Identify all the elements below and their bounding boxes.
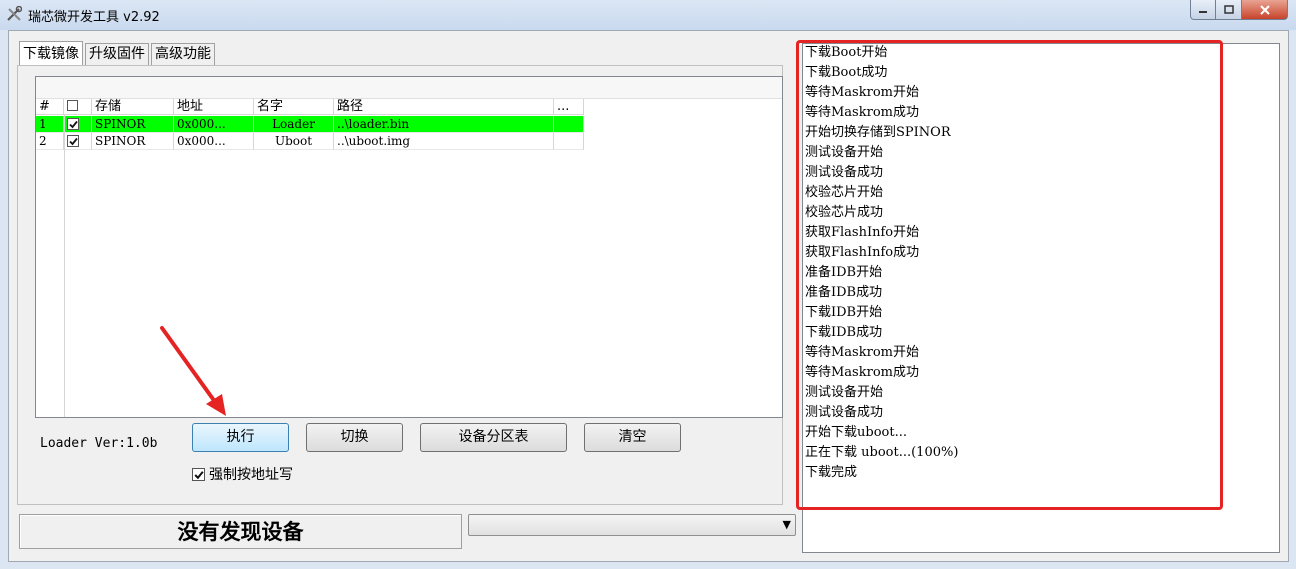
download-image-panel: # 存储 地址 名字 路径 ... 1 SPINOR 0x000... Load… bbox=[17, 65, 783, 505]
column-header-path[interactable]: 路径 bbox=[334, 99, 554, 115]
log-line: 正在下载 uboot...(100%) bbox=[805, 445, 959, 460]
column-header-index[interactable]: # bbox=[36, 99, 64, 115]
log-line: 获取FlashInfo成功 bbox=[805, 245, 920, 260]
table-row[interactable]: 2 SPINOR 0x000... Uboot ..\uboot.img bbox=[36, 133, 584, 150]
loader-version-label: Loader Ver:1.0b bbox=[40, 436, 158, 451]
log-line: 下载IDB开始 bbox=[805, 305, 883, 320]
log-lines: 下载Boot开始 下载Boot成功 等待Maskrom开始 等待Maskrom成… bbox=[805, 43, 958, 483]
log-line: 下载Boot成功 bbox=[805, 65, 888, 80]
log-line: 准备IDB开始 bbox=[805, 265, 883, 280]
row-name: Uboot bbox=[254, 133, 334, 150]
table-row[interactable]: 1 SPINOR 0x000... Loader ..\loader.bin bbox=[36, 116, 584, 133]
checkmark-icon bbox=[69, 120, 78, 129]
log-line: 开始切换存储到SPINOR bbox=[805, 125, 951, 140]
maximize-icon bbox=[1223, 4, 1234, 14]
row-storage: SPINOR bbox=[92, 133, 174, 150]
tab-strip: 下载镜像 升级固件 高级功能 bbox=[19, 41, 217, 65]
log-line: 下载IDB成功 bbox=[805, 325, 883, 340]
row-address: 0x000... bbox=[174, 133, 254, 150]
list-header: # 存储 地址 名字 路径 ... bbox=[36, 99, 584, 115]
column-header-address[interactable]: 地址 bbox=[174, 99, 254, 115]
row-index: 2 bbox=[36, 133, 64, 150]
column-header-check[interactable] bbox=[64, 99, 92, 115]
log-line: 等待Maskrom成功 bbox=[805, 365, 919, 380]
image-list[interactable]: # 存储 地址 名字 路径 ... 1 SPINOR 0x000... Load… bbox=[35, 76, 783, 418]
force-address-write-option[interactable]: 强制按地址写 bbox=[192, 464, 293, 484]
row-address: 0x000... bbox=[174, 116, 254, 133]
checkmark-icon bbox=[69, 137, 78, 146]
tools-icon bbox=[7, 6, 22, 21]
log-line: 等待Maskrom开始 bbox=[805, 85, 919, 100]
column-header-more[interactable]: ... bbox=[554, 99, 584, 115]
tab-upgrade-firmware[interactable]: 升级固件 bbox=[85, 43, 149, 65]
window-controls bbox=[1190, 0, 1288, 20]
row-path[interactable]: ..\uboot.img bbox=[334, 133, 554, 150]
log-line: 测试设备开始 bbox=[805, 145, 884, 160]
log-line: 开始下载uboot... bbox=[805, 425, 907, 440]
title-bar: 瑞芯微开发工具 v2.92 bbox=[0, 0, 1296, 30]
log-line: 等待Maskrom开始 bbox=[805, 345, 919, 360]
row-index: 1 bbox=[36, 116, 64, 133]
force-address-write-label: 强制按地址写 bbox=[209, 467, 293, 483]
device-select[interactable]: ▼ bbox=[468, 514, 796, 536]
row-more[interactable] bbox=[554, 116, 584, 133]
device-status: 没有发现设备 bbox=[177, 519, 304, 544]
list-top-strip bbox=[36, 77, 782, 99]
annotation-arrow-icon bbox=[160, 326, 226, 416]
log-line: 获取FlashInfo开始 bbox=[805, 225, 920, 240]
log-line: 测试设备成功 bbox=[805, 165, 884, 180]
maximize-button[interactable] bbox=[1216, 0, 1242, 20]
log-line: 等待Maskrom成功 bbox=[805, 105, 919, 120]
row-path[interactable]: ..\loader.bin bbox=[334, 116, 554, 133]
column-header-name[interactable]: 名字 bbox=[254, 99, 334, 115]
switch-button[interactable]: 切换 bbox=[306, 423, 403, 452]
tab-download-image[interactable]: 下载镜像 bbox=[19, 41, 83, 65]
log-line: 校验芯片开始 bbox=[805, 185, 884, 200]
row-check-cell bbox=[64, 116, 92, 133]
log-line: 下载完成 bbox=[805, 465, 858, 480]
row-check-cell bbox=[64, 133, 92, 150]
dropdown-arrow-icon: ▼ bbox=[782, 518, 791, 531]
close-button[interactable] bbox=[1242, 0, 1288, 20]
run-button[interactable]: 执行 bbox=[192, 423, 289, 452]
log-line: 准备IDB成功 bbox=[805, 285, 883, 300]
partition-table-button[interactable]: 设备分区表 bbox=[420, 423, 567, 452]
header-checkbox[interactable] bbox=[67, 100, 78, 111]
row-checkbox[interactable] bbox=[67, 118, 79, 130]
tab-advanced[interactable]: 高级功能 bbox=[151, 43, 215, 65]
row-storage: SPINOR bbox=[92, 116, 174, 133]
column-header-storage[interactable]: 存储 bbox=[92, 99, 174, 115]
clear-button[interactable]: 清空 bbox=[584, 423, 681, 452]
minimize-button[interactable] bbox=[1190, 0, 1216, 20]
force-address-write-checkbox[interactable] bbox=[192, 467, 205, 481]
log-line: 校验芯片成功 bbox=[805, 205, 884, 220]
row-name: Loader bbox=[254, 116, 334, 133]
log-line: 下载Boot开始 bbox=[805, 45, 888, 60]
column-divider bbox=[64, 115, 65, 417]
row-more[interactable] bbox=[554, 133, 584, 150]
status-box: 没有发现设备 bbox=[19, 514, 462, 549]
close-icon bbox=[1259, 4, 1270, 15]
log-line: 测试设备成功 bbox=[805, 405, 884, 420]
log-line: 测试设备开始 bbox=[805, 385, 884, 400]
checkmark-icon bbox=[194, 470, 204, 479]
window-title: 瑞芯微开发工具 v2.92 bbox=[28, 10, 160, 25]
minimize-icon bbox=[1199, 10, 1207, 13]
row-checkbox[interactable] bbox=[67, 135, 79, 147]
